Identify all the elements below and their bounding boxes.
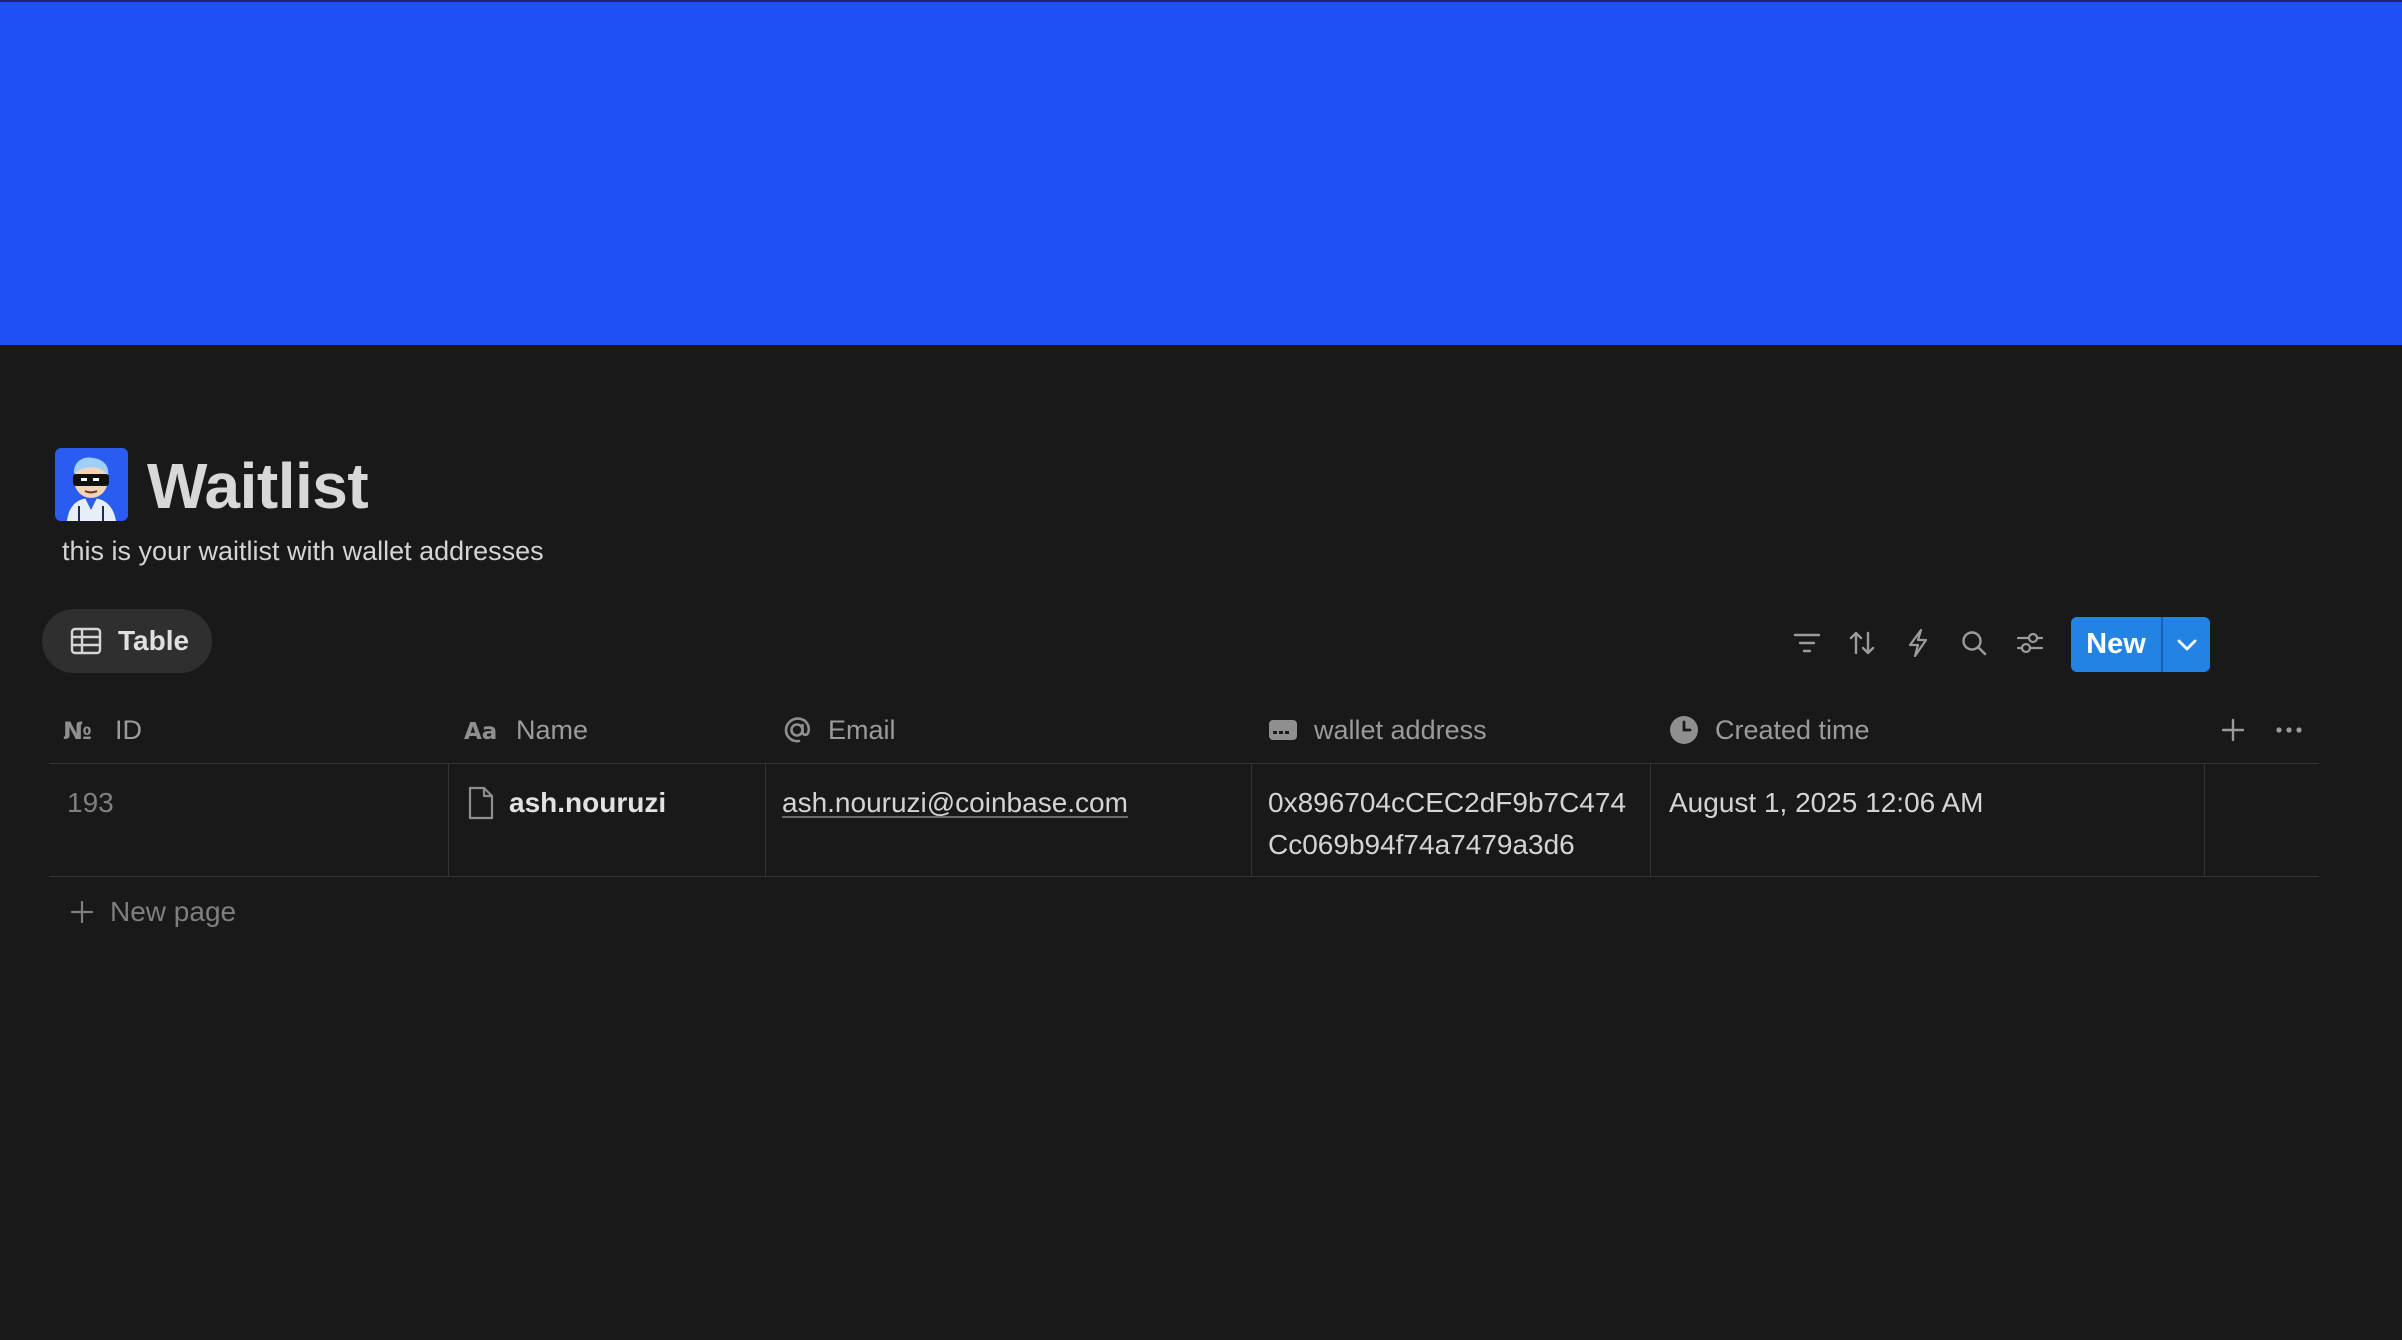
- column-divider: [1650, 764, 1651, 876]
- document-icon: [467, 782, 495, 876]
- cell-id[interactable]: 193: [67, 764, 114, 876]
- cell-email[interactable]: ash.nouruzi@coinbase.com: [782, 764, 1128, 876]
- column-header-name[interactable]: Aa Name: [464, 697, 588, 763]
- new-button-dropdown[interactable]: [2163, 617, 2210, 672]
- column-divider: [765, 764, 766, 876]
- number-icon: №: [63, 718, 99, 742]
- table-icon: [70, 627, 102, 655]
- automation-icon[interactable]: [1902, 627, 1934, 659]
- table-row[interactable]: 193 ash.nouruzi ash.nouruzi@coinbase.com…: [49, 764, 2319, 877]
- filter-icon[interactable]: [1791, 627, 1823, 659]
- page-cover: [0, 0, 2402, 345]
- new-button-main[interactable]: New: [2071, 617, 2161, 672]
- card-icon: [1268, 718, 1298, 742]
- clock-icon: [1669, 715, 1699, 745]
- column-header-wallet-address[interactable]: wallet address: [1268, 697, 1487, 763]
- page-title: Waitlist: [147, 450, 369, 522]
- column-label: ID: [115, 714, 142, 745]
- new-page-label: New page: [110, 896, 237, 927]
- cell-name[interactable]: ash.nouruzi: [467, 764, 666, 876]
- column-header-email[interactable]: Email: [782, 697, 896, 763]
- column-divider: [2204, 764, 2205, 876]
- at-icon: [782, 715, 812, 745]
- settings-icon[interactable]: [2014, 627, 2046, 659]
- cell-created-time[interactable]: August 1, 2025 12:06 AM: [1669, 764, 1983, 876]
- cell-name-text: ash.nouruzi: [509, 787, 667, 818]
- cell-wallet-address[interactable]: 0x896704cCEC2dF9b7C474Cc069b94f74a7479a3…: [1268, 764, 1643, 876]
- search-icon[interactable]: [1958, 627, 1990, 659]
- column-label: wallet address: [1314, 714, 1487, 745]
- column-label: Email: [828, 714, 896, 745]
- column-label: Created time: [1715, 714, 1870, 745]
- add-column-button[interactable]: [2217, 714, 2249, 746]
- table-header: № ID Aa Name Email wallet address Create…: [49, 697, 2319, 764]
- column-divider: [1251, 764, 1252, 876]
- svg-text:Aa: Aa: [464, 719, 497, 742]
- more-options-button[interactable]: [2273, 714, 2305, 746]
- page-description: this is your waitlist with wallet addres…: [62, 536, 544, 566]
- new-button: New: [2071, 617, 2210, 672]
- more-horizontal-icon: [2276, 726, 2302, 734]
- column-label: Name: [516, 714, 589, 745]
- column-divider: [448, 764, 449, 876]
- plus-icon: [2221, 718, 2245, 742]
- database-table: № ID Aa Name Email wallet address Create…: [49, 697, 2319, 877]
- plus-icon: [70, 900, 94, 924]
- column-header-id[interactable]: № ID: [63, 697, 142, 763]
- text-icon: Aa: [464, 718, 500, 742]
- tab-table-view[interactable]: Table: [42, 609, 212, 673]
- column-header-created-time[interactable]: Created time: [1669, 697, 1870, 763]
- tab-label: Table: [118, 625, 190, 656]
- avatar-icon[interactable]: [55, 448, 128, 521]
- sort-icon[interactable]: [1846, 627, 1878, 659]
- svg-text:№: №: [63, 718, 92, 742]
- new-page-button[interactable]: New page: [70, 896, 236, 928]
- chevron-down-icon: [2176, 638, 2198, 652]
